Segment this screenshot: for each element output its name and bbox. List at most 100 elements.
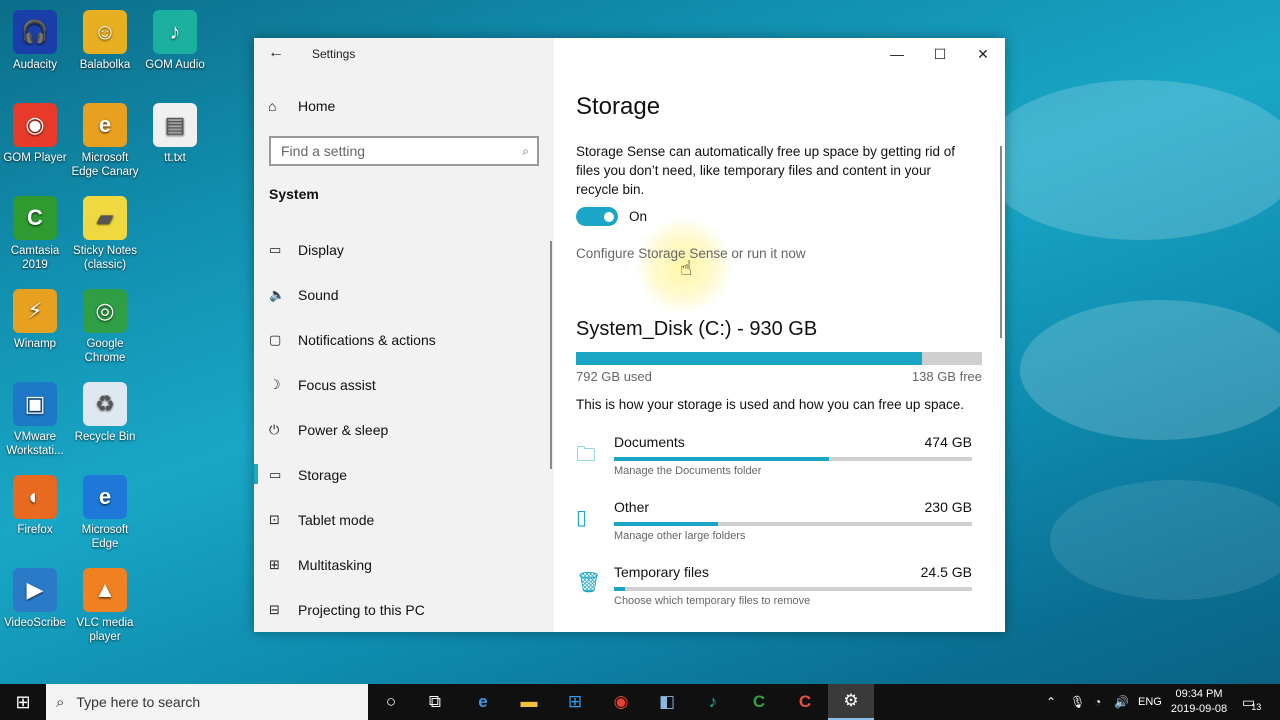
toggle-state-label: On <box>629 209 648 224</box>
task-view-icon[interactable]: ⧉ <box>412 684 458 720</box>
chrome-taskbar-icon[interactable]: ◉ <box>598 684 644 720</box>
sidebar-item-multitasking[interactable]: ⊞ Multitasking <box>254 542 554 587</box>
documents-folder-icon: 🗀 <box>576 444 596 466</box>
content-scrollbar[interactable] <box>1000 146 1002 338</box>
sidebar-item-sound[interactable]: 🔈 Sound <box>254 272 554 317</box>
action-center-icon[interactable]: ▭ 13 <box>1242 684 1261 720</box>
storage-icon: ▭ <box>269 466 282 482</box>
sidebar-item-tablet-mode[interactable]: ⊡ Tablet mode <box>254 497 554 542</box>
desktop-icon[interactable]: e Microsoft Edge Canary <box>70 103 140 179</box>
desktop-icon[interactable]: ▶ VideoScribe <box>0 568 70 630</box>
desktop-icon-label: Recycle Bin <box>74 431 136 443</box>
volume-icon[interactable]: 🔊 <box>1114 684 1129 720</box>
disk-usage-fill <box>576 352 922 365</box>
microphone-icon[interactable]: 🎙 <box>1070 684 1085 720</box>
settings-sidebar: ← Settings ⌂ Home Find a setting ⌕ Syste… <box>254 38 554 632</box>
sidebar-item-notifications-actions[interactable]: ▢ Notifications & actions <box>254 317 554 362</box>
clock[interactable]: 09:34 PM 2019-09-08 <box>1166 687 1232 717</box>
search-icon: ⌕ <box>522 144 529 158</box>
sidebar-scrollbar[interactable] <box>550 241 552 469</box>
sidebar-item-projecting-to-this-pc[interactable]: ⊟ Projecting to this PC <box>254 587 554 632</box>
category-usage-bar <box>614 522 972 526</box>
desktop-icon[interactable]: ⚡ Winamp <box>0 289 70 351</box>
category-size: 24.5 GB <box>920 564 972 580</box>
cortana-icon[interactable]: ○ <box>368 684 414 720</box>
hand-cursor-icon: ☝ <box>680 258 693 280</box>
store-icon[interactable]: ⊞ <box>552 684 598 720</box>
chrome-icon: ◎ <box>83 289 127 333</box>
category-usage-fill <box>614 522 718 526</box>
storage-category-temporary-files[interactable]: 🗑 Temporary files 24.5 GB Choose which temp… <box>576 564 976 624</box>
settings-taskbar-icon[interactable]: ⚙ <box>828 684 874 720</box>
find-setting-input[interactable]: Find a setting ⌕ <box>269 136 539 166</box>
desktop-icon[interactable]: ☺ Balabolka <box>70 10 140 72</box>
sidebar-item-home[interactable]: ⌂ Home <box>268 98 335 114</box>
category-name: Other <box>614 499 650 515</box>
taskbar-search-box[interactable]: ⌕ Type here to search <box>46 684 368 720</box>
desktop-icon-label: Balabolka <box>79 59 131 71</box>
audacity-icon: 🎧 <box>13 10 57 54</box>
recycle-bin-icon: ♻ <box>83 382 127 426</box>
back-arrow-icon[interactable]: ← <box>268 44 288 64</box>
file-explorer-icon[interactable]: ▬ <box>506 684 552 720</box>
camtasia-taskbar-icon[interactable]: C <box>736 684 782 720</box>
text-file-icon: ▤ <box>153 103 197 147</box>
language-indicator[interactable]: ENG <box>1138 684 1162 720</box>
search-placeholder: Find a setting <box>281 143 366 159</box>
edge-canary-icon: e <box>83 103 127 147</box>
taskbar-search-placeholder: Type here to search <box>76 694 201 710</box>
desktop-icon-label: Firefox <box>17 524 53 536</box>
desktop-icon[interactable]: ◎ Google Chrome <box>70 289 140 365</box>
desktop-icon[interactable]: ▣ VMware Workstati... <box>0 382 70 458</box>
storage-category-documents[interactable]: 🗀 Documents 474 GB Manage the Documents fol… <box>576 434 976 494</box>
desktop-icon-label: Microsoft Edge Canary <box>71 152 139 178</box>
storage-category-other[interactable]: ▯ Other 230 GB Manage other large folders <box>576 499 976 559</box>
maximize-button[interactable]: ☐ <box>917 38 963 70</box>
title-bar[interactable]: ← Settings <box>254 38 554 70</box>
focus-assist-icon: ☽ <box>269 376 281 392</box>
gom-audio-taskbar-icon[interactable]: ♪ <box>690 684 736 720</box>
desktop-icon[interactable]: ◐ Firefox <box>0 475 70 537</box>
desktop-icon[interactable]: ◉ GOM Player <box>0 103 70 165</box>
desktop-icon-label: Audacity <box>12 59 58 71</box>
sound-icon: 🔈 <box>269 286 286 302</box>
sidebar-item-label: Display <box>298 241 344 258</box>
minimize-button[interactable]: — <box>874 38 920 70</box>
close-button[interactable]: ✕ <box>960 38 1005 70</box>
network-icon[interactable]: ◔ <box>1094 684 1101 720</box>
sidebar-item-focus-assist[interactable]: ☽ Focus assist <box>254 362 554 407</box>
start-button[interactable]: ⊞ <box>0 684 46 720</box>
desktop-icon[interactable]: ▤ tt.txt <box>140 103 210 165</box>
taskbar: ⊞ ⌕ Type here to search ○ ⧉ e ▬ ⊞ ◉ ◧ ♪ … <box>0 684 1280 720</box>
camtasia-recorder-taskbar-icon[interactable]: C <box>782 684 828 720</box>
power-icon: ⏻ <box>269 421 280 437</box>
edge-taskbar-icon[interactable]: e <box>460 684 506 720</box>
sidebar-item-power-sleep[interactable]: ⏻ Power & sleep <box>254 407 554 452</box>
firefox-icon: ◐ <box>13 475 57 519</box>
notes-taskbar-icon[interactable]: ◧ <box>644 684 690 720</box>
camtasia-icon: C <box>13 196 57 240</box>
tray-chevron-icon[interactable]: ⌃ <box>1046 684 1056 720</box>
wallpaper-wave <box>1050 480 1280 600</box>
sidebar-item-label: Storage <box>298 466 348 483</box>
desktop-icon[interactable]: ♪ GOM Audio <box>140 10 210 72</box>
desktop-icon-label: VideoScribe <box>4 617 66 629</box>
desktop-icon-label: VMware Workstati... <box>6 431 64 457</box>
page-title: Storage <box>576 93 661 120</box>
sidebar-item-label: Projecting to this PC <box>298 601 425 618</box>
desktop-icon[interactable]: 🎧 Audacity <box>0 10 70 72</box>
section-title: System <box>269 186 319 202</box>
edge-icon: e <box>83 475 127 519</box>
desktop-icon[interactable]: ▲ VLC media player <box>70 568 140 644</box>
storage-sense-toggle[interactable] <box>576 207 618 226</box>
sidebar-item-storage[interactable]: ▭ Storage <box>254 452 554 497</box>
used-space-label: 792 GB used <box>576 369 652 384</box>
gom-audio-icon: ♪ <box>153 10 197 54</box>
desktop-icon[interactable]: C Camtasia 2019 <box>0 196 70 272</box>
desktop-icon[interactable]: e Microsoft Edge <box>70 475 140 551</box>
sidebar-item-display[interactable]: ▭ Display <box>254 227 554 272</box>
desktop-icon[interactable]: ▰ Sticky Notes (classic) <box>70 196 140 272</box>
sticky-notes-icon: ▰ <box>83 196 127 240</box>
desktop-icon[interactable]: ♻ Recycle Bin <box>70 382 140 444</box>
category-size: 230 GB <box>924 499 972 515</box>
